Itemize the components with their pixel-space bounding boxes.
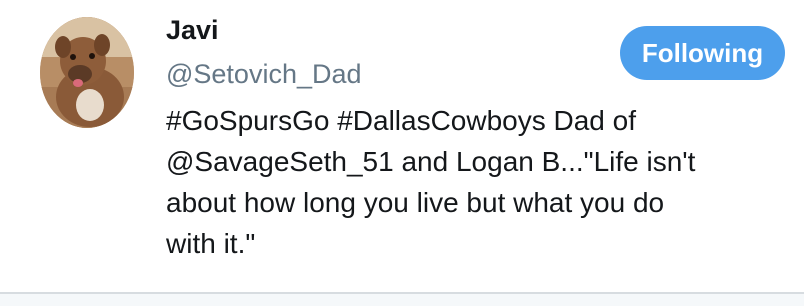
dog-photo-avatar bbox=[40, 17, 134, 128]
user-handle[interactable]: @Setovich_Dad bbox=[166, 57, 362, 91]
bio-line: @SavageSeth_51 and Logan B..."Life isn't bbox=[166, 146, 696, 177]
profile-bio: #GoSpursGo #DallasCowboys Dad of @Savage… bbox=[166, 100, 776, 264]
bio-line: with it." bbox=[166, 228, 256, 259]
bio-line: #GoSpursGo #DallasCowboys Dad of bbox=[166, 105, 637, 136]
profile-avatar[interactable] bbox=[40, 17, 134, 128]
following-button[interactable]: Following bbox=[620, 26, 785, 80]
user-card[interactable]: Javi @Setovich_Dad Following #GoSpursGo … bbox=[0, 0, 804, 292]
display-name[interactable]: Javi bbox=[166, 13, 219, 47]
list-background bbox=[0, 294, 804, 306]
bio-line: about how long you live but what you do bbox=[166, 187, 665, 218]
